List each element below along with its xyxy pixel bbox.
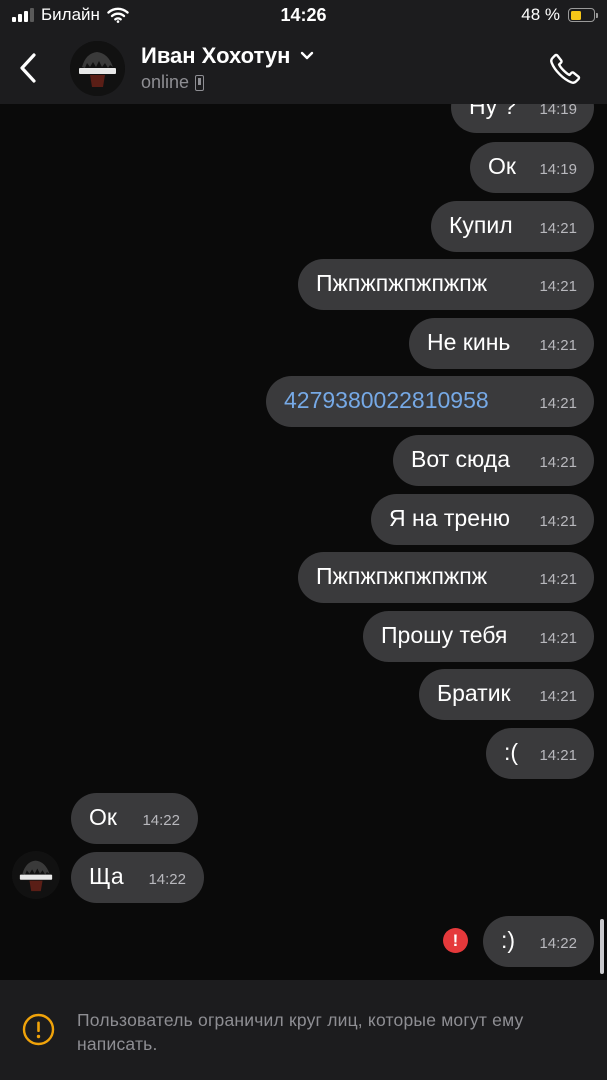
message-time: 14:21 (539, 747, 577, 764)
message-time: 14:22 (539, 935, 577, 952)
message-text: Купил (449, 212, 513, 238)
message-text: :( (504, 739, 519, 765)
message-text: Прошу тебя (381, 622, 508, 648)
battery-icon (568, 8, 598, 22)
outgoing-message-bubble[interactable]: Вот сюда 14:21 (393, 435, 594, 486)
outgoing-message-bubble[interactable]: :) 14:22 (483, 916, 594, 967)
battery-percent: 48 % (521, 5, 560, 24)
message-time: 14:21 (539, 454, 577, 471)
message-list[interactable]: Ну ? 14:19 Ок 14:19 Купил 14:21 Пжпжпжпжпжпж 14… (0, 104, 607, 980)
message-text: Вот сюда (411, 446, 511, 472)
back-button[interactable] (10, 48, 46, 88)
restriction-notice: Пользователь ограничил круг лиц, которые… (0, 980, 607, 1080)
phone-icon (550, 53, 581, 84)
message-time: 14:21 (539, 688, 577, 705)
message-text: Не кинь (427, 329, 511, 355)
status-bar: Билайн 14:26 48 % (0, 0, 607, 34)
outgoing-message-bubble[interactable]: :( 14:21 (486, 728, 594, 779)
outgoing-message-bubble[interactable]: Ну ? 14:19 (451, 104, 594, 133)
message-text: Пжпжпжпжпжпж (316, 563, 488, 589)
scrollbar[interactable] (600, 919, 604, 974)
message-time: 14:21 (539, 337, 577, 354)
message-time: 14:21 (539, 220, 577, 237)
message-text: Ща (89, 863, 124, 889)
contact-avatar[interactable] (70, 41, 125, 96)
avatar-image (70, 41, 125, 96)
chevron-down-icon (301, 51, 314, 60)
message-text: :) (501, 927, 516, 953)
chevron-left-icon (20, 53, 36, 83)
incoming-message-bubble[interactable]: Ок 14:22 (71, 793, 198, 844)
message-text: Ну ? (469, 104, 517, 119)
contact-status: online (141, 72, 205, 93)
message-text: Ок (89, 804, 117, 830)
exclamation-icon[interactable]: ! (443, 928, 468, 953)
message-time: 14:21 (539, 630, 577, 647)
message-time: 14:21 (539, 513, 577, 530)
outgoing-message-bubble[interactable]: Пжпжпжпжпжпж 14:21 (298, 552, 594, 603)
status-time: 14:26 (280, 5, 327, 25)
outgoing-message-bubble[interactable]: Прошу тебя 14:21 (363, 611, 594, 662)
message-text: Ок (488, 153, 516, 179)
contact-name-button[interactable]: Иван Хохотун (141, 43, 314, 69)
notice-text: Пользователь ограничил круг лиц, которые… (77, 1010, 524, 1054)
message-time: 14:21 (539, 278, 577, 295)
outgoing-message-bubble[interactable]: Не кинь 14:21 (409, 318, 594, 369)
battery-level (570, 10, 582, 20)
message-text: Пжпжпжпжпжпж (316, 270, 488, 296)
message-time: 14:21 (539, 571, 577, 588)
contact-name: Иван Хохотун (141, 43, 291, 68)
outgoing-message-bubble[interactable]: Пжпжпжпжпжпж 14:21 (298, 259, 594, 310)
incoming-message-bubble[interactable]: Ща 14:22 (71, 852, 204, 903)
message-text: Братик (437, 680, 511, 706)
message-link-text[interactable]: 4279380022810958 (284, 387, 489, 414)
status-right: 48 % (521, 5, 598, 25)
online-status: online (141, 72, 190, 92)
outgoing-message-bubble[interactable]: 4279380022810958 14:21 (266, 376, 594, 427)
message-text: Я на треню (389, 505, 510, 531)
sender-avatar[interactable] (12, 851, 60, 899)
outgoing-message-bubble[interactable]: Братик 14:21 (419, 669, 594, 720)
outgoing-message-bubble[interactable]: Ок 14:19 (470, 142, 594, 193)
message-time: 14:22 (142, 812, 180, 829)
message-time: 14:19 (539, 104, 577, 118)
outgoing-message-bubble[interactable]: Купил 14:21 (431, 201, 594, 252)
message-time: 14:22 (148, 871, 186, 888)
warning-circle-icon (22, 1013, 55, 1046)
outgoing-message-bubble[interactable]: Я на треню 14:21 (371, 494, 594, 545)
avatar-image (12, 851, 60, 899)
message-time: 14:21 (539, 395, 577, 412)
message-time: 14:19 (539, 161, 577, 178)
mobile-device-icon (195, 74, 205, 91)
call-button[interactable] (545, 49, 585, 89)
chat-header: Иван Хохотун online (0, 34, 607, 104)
